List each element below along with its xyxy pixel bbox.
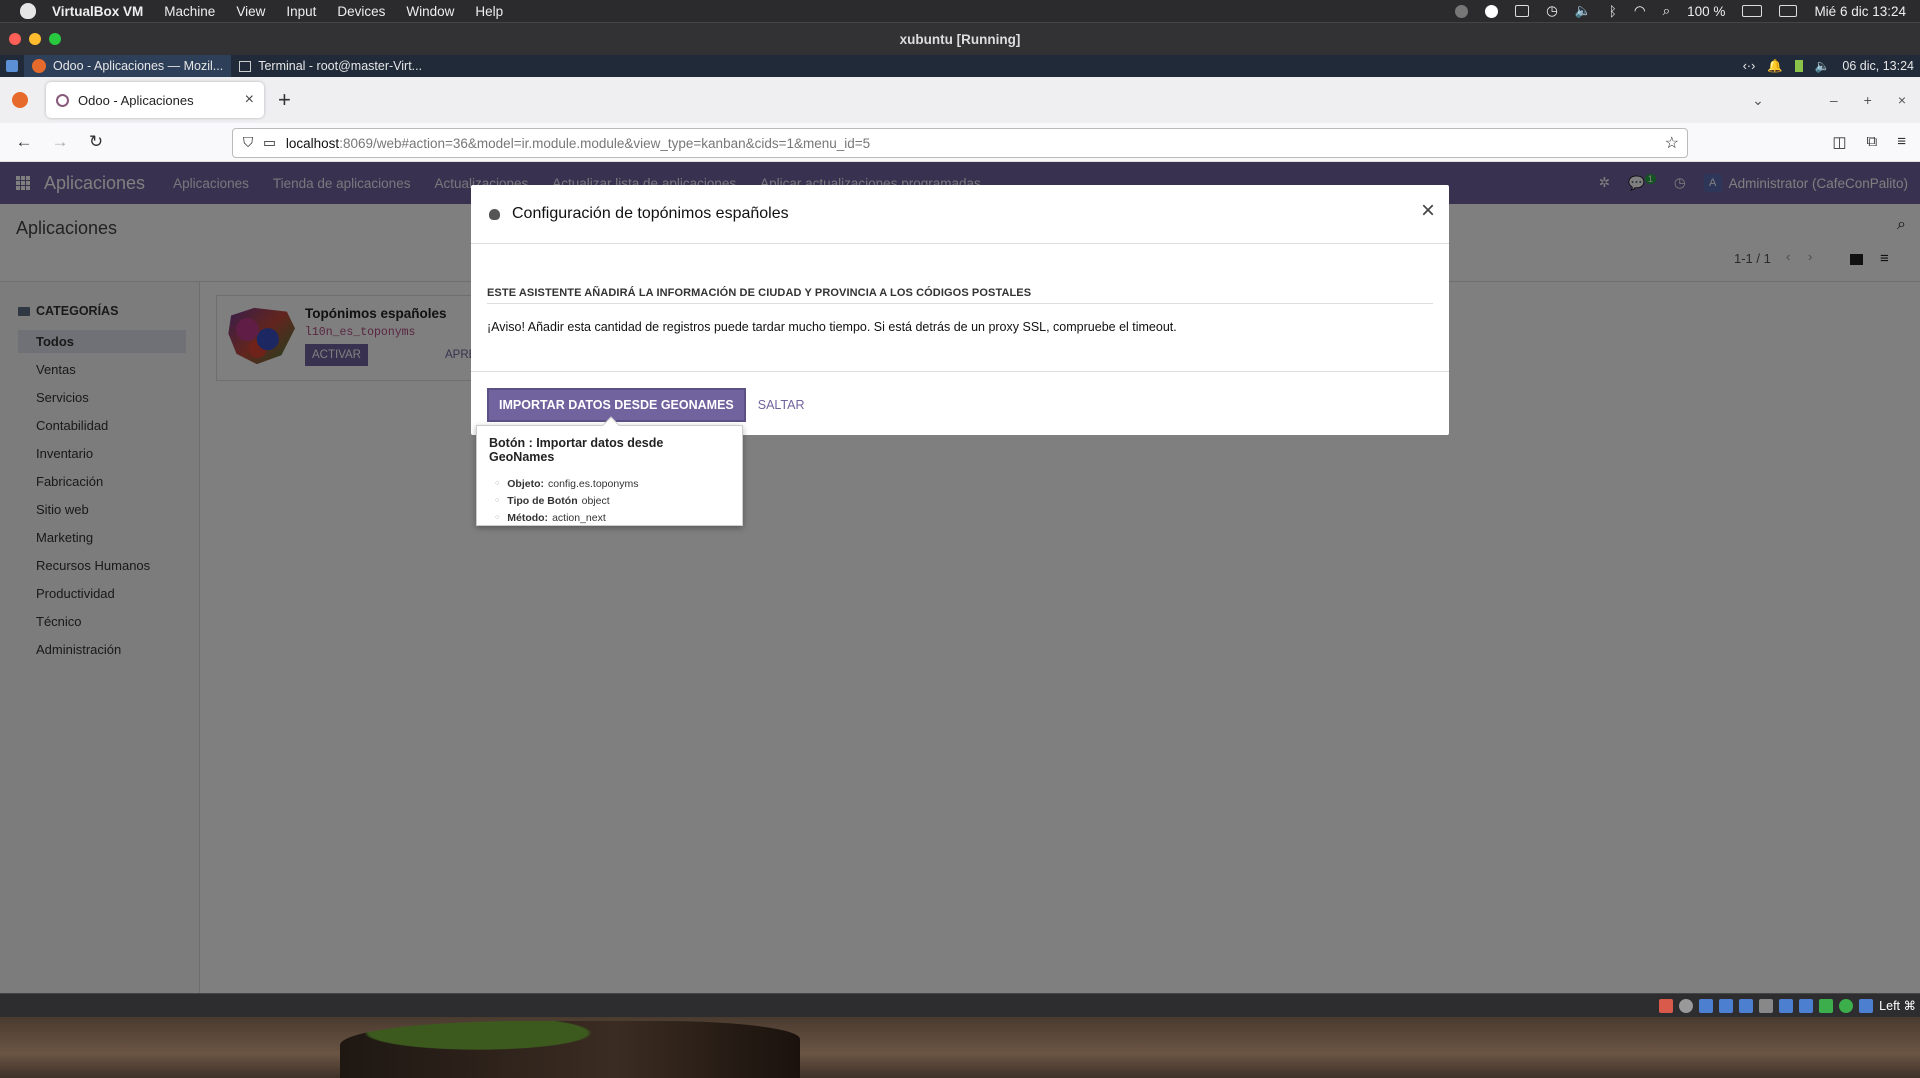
- close-tab-icon[interactable]: ×: [245, 91, 254, 109]
- modal-header: Configuración de topónimos españoles ×: [471, 185, 1449, 244]
- audio-icon[interactable]: [1699, 998, 1714, 1013]
- volume-icon[interactable]: 🔈: [1815, 59, 1831, 74]
- video-capture-icon[interactable]: [1799, 998, 1814, 1013]
- tooltip-method: Método:action_next: [489, 512, 730, 524]
- url-path: :8069/web#action=36&model=ir.module.modu…: [339, 135, 871, 151]
- vm-window-titlebar: xubuntu [Running]: [0, 22, 1920, 55]
- desktop-wallpaper: [0, 1017, 1920, 1078]
- host-key-label: Left ⌘: [1879, 999, 1916, 1013]
- notification-bell-icon[interactable]: 🔔: [1767, 59, 1783, 74]
- extensions-icon[interactable]: ⧉: [1867, 133, 1878, 151]
- new-tab-icon[interactable]: +: [278, 87, 291, 113]
- browser-tab-odoo[interactable]: Odoo - Aplicaciones ×: [46, 82, 264, 118]
- firefox-icon: [32, 59, 46, 73]
- warning-text: ¡Aviso! Añadir esta cantidad de registro…: [487, 320, 1177, 334]
- minimize-icon[interactable]: –: [1830, 92, 1838, 109]
- menu-view[interactable]: View: [236, 4, 265, 19]
- wallpaper-log: [340, 1021, 800, 1078]
- shared-folders-icon[interactable]: [1759, 998, 1774, 1013]
- wizard-separator: Este asistente añadirá la información de…: [487, 287, 1433, 304]
- menu-bar-status: ◷ 🔈 ᛒ ◠ ⌕ 100 % Mié 6 dic 13:24: [1455, 3, 1920, 19]
- optical-drive-icon[interactable]: [1679, 998, 1694, 1013]
- cpu-activity-icon[interactable]: [1819, 998, 1834, 1013]
- maximize-icon[interactable]: +: [1864, 92, 1872, 109]
- time-machine-icon[interactable]: ◷: [1546, 3, 1558, 19]
- close-icon[interactable]: ×: [1898, 92, 1906, 109]
- control-center-icon[interactable]: [1779, 5, 1798, 17]
- address-bar[interactable]: ⛉ ▭ localhost :8069/web#action=36&model=…: [232, 128, 1688, 158]
- display-icon[interactable]: [1515, 5, 1530, 17]
- skip-button[interactable]: Saltar: [758, 398, 805, 412]
- whisker-menu-icon[interactable]: [6, 60, 18, 72]
- tooltip-object: Objeto:config.es.toponyms: [489, 478, 730, 490]
- minimize-window-icon[interactable]: [29, 33, 41, 45]
- terminal-icon: [239, 60, 252, 72]
- browser-toolbar: ← → ↻ ⛉ ▭ localhost :8069/web#action=36&…: [0, 123, 1920, 162]
- reload-icon[interactable]: ↻: [78, 132, 114, 152]
- taskbar-label: Odoo - Aplicaciones — Mozil...: [53, 59, 224, 73]
- forward-icon[interactable]: →: [42, 132, 78, 152]
- window-buttons: ⌄ – + ×: [1752, 92, 1920, 109]
- debug-tooltip: Botón : Importar datos desde GeoNames Ob…: [476, 416, 743, 526]
- display-icon[interactable]: [1779, 998, 1794, 1013]
- macos-menu-bar: VirtualBox VM Machine View Input Devices…: [0, 0, 1920, 22]
- modal-body: Este asistente añadirá la información de…: [471, 244, 1449, 372]
- record-icon[interactable]: [1455, 4, 1469, 18]
- close-icon[interactable]: ×: [1421, 199, 1435, 223]
- grammarly-icon[interactable]: [1485, 4, 1499, 18]
- menu-app-name[interactable]: VirtualBox VM: [52, 4, 143, 19]
- close-window-icon[interactable]: [9, 33, 21, 45]
- zoom-window-icon[interactable]: [49, 33, 61, 45]
- menu-machine[interactable]: Machine: [164, 4, 215, 19]
- menu-help[interactable]: Help: [475, 4, 503, 19]
- menu-window[interactable]: Window: [406, 4, 454, 19]
- taskbar-label: Terminal - root@master-Virt...: [258, 59, 423, 73]
- menu-input[interactable]: Input: [286, 4, 316, 19]
- taskbar-item-terminal[interactable]: Terminal - root@master-Virt...: [231, 55, 430, 77]
- panel-clock[interactable]: 06 dic, 13:24: [1842, 59, 1914, 73]
- tracking-shield-icon[interactable]: ⛉: [243, 135, 253, 151]
- bookmark-star-icon[interactable]: ☆: [1665, 133, 1679, 153]
- menu-devices[interactable]: Devices: [337, 4, 385, 19]
- import-geonames-button[interactable]: Importar datos desde GeoNames: [487, 388, 746, 422]
- browser-tab-strip: Odoo - Aplicaciones × + ⌄ – + ×: [0, 77, 1920, 123]
- vm-window-title: xubuntu [Running]: [899, 31, 1021, 47]
- network-icon[interactable]: ‹·›: [1743, 59, 1756, 73]
- vm-status-bar: Left ⌘: [0, 993, 1920, 1017]
- tooltip-title: Botón : Importar datos desde GeoNames: [489, 436, 664, 464]
- odoo-page: Aplicaciones Aplicaciones Tienda de apli…: [0, 162, 1920, 993]
- battery-icon[interactable]: [1794, 60, 1803, 72]
- odoo-favicon-icon: [56, 93, 69, 107]
- page-info-icon[interactable]: ▭: [263, 135, 276, 151]
- bluetooth-icon[interactable]: ᛒ: [1609, 4, 1617, 19]
- apple-logo-icon[interactable]: [20, 3, 36, 19]
- taskbar-item-firefox[interactable]: Odoo - Aplicaciones — Mozil...: [24, 55, 232, 77]
- mouse-integration-icon[interactable]: [1839, 998, 1854, 1013]
- toponyms-config-dialog: Configuración de topónimos españoles × E…: [471, 185, 1449, 435]
- tooltip-button-type: Tipo de Botónobject: [489, 495, 730, 507]
- modal-title: Configuración de topónimos españoles: [512, 205, 789, 222]
- volume-icon[interactable]: 🔈: [1575, 3, 1592, 19]
- firefox-view-icon[interactable]: [12, 92, 28, 108]
- pocket-icon[interactable]: ◫: [1832, 133, 1846, 151]
- debug-bug-icon[interactable]: [489, 208, 500, 220]
- hard-disk-icon[interactable]: [1659, 998, 1674, 1013]
- xfce-panel: Odoo - Aplicaciones — Mozil... Terminal …: [0, 55, 1920, 77]
- keyboard-capture-icon[interactable]: [1859, 998, 1874, 1013]
- usb-icon[interactable]: [1739, 998, 1754, 1013]
- list-tabs-icon[interactable]: ⌄: [1752, 92, 1764, 109]
- spotlight-search-icon[interactable]: ⌕: [1663, 3, 1671, 19]
- menu-bar-clock[interactable]: Mié 6 dic 13:24: [1814, 4, 1906, 19]
- app-menu-icon[interactable]: ≡: [1897, 133, 1906, 151]
- battery-icon[interactable]: [1742, 5, 1763, 17]
- network-icon[interactable]: [1719, 998, 1734, 1013]
- toolbar-right: ◫ ⧉ ≡: [1832, 133, 1920, 151]
- back-icon[interactable]: ←: [6, 132, 42, 152]
- tab-title: Odoo - Aplicaciones: [78, 92, 194, 108]
- wifi-icon[interactable]: ◠: [1634, 3, 1646, 19]
- xfce-tray: ‹·› 🔔 🔈 06 dic, 13:24: [1743, 59, 1920, 74]
- url-host: localhost: [285, 135, 340, 151]
- battery-percent: 100 %: [1687, 3, 1726, 19]
- window-controls: [9, 33, 61, 45]
